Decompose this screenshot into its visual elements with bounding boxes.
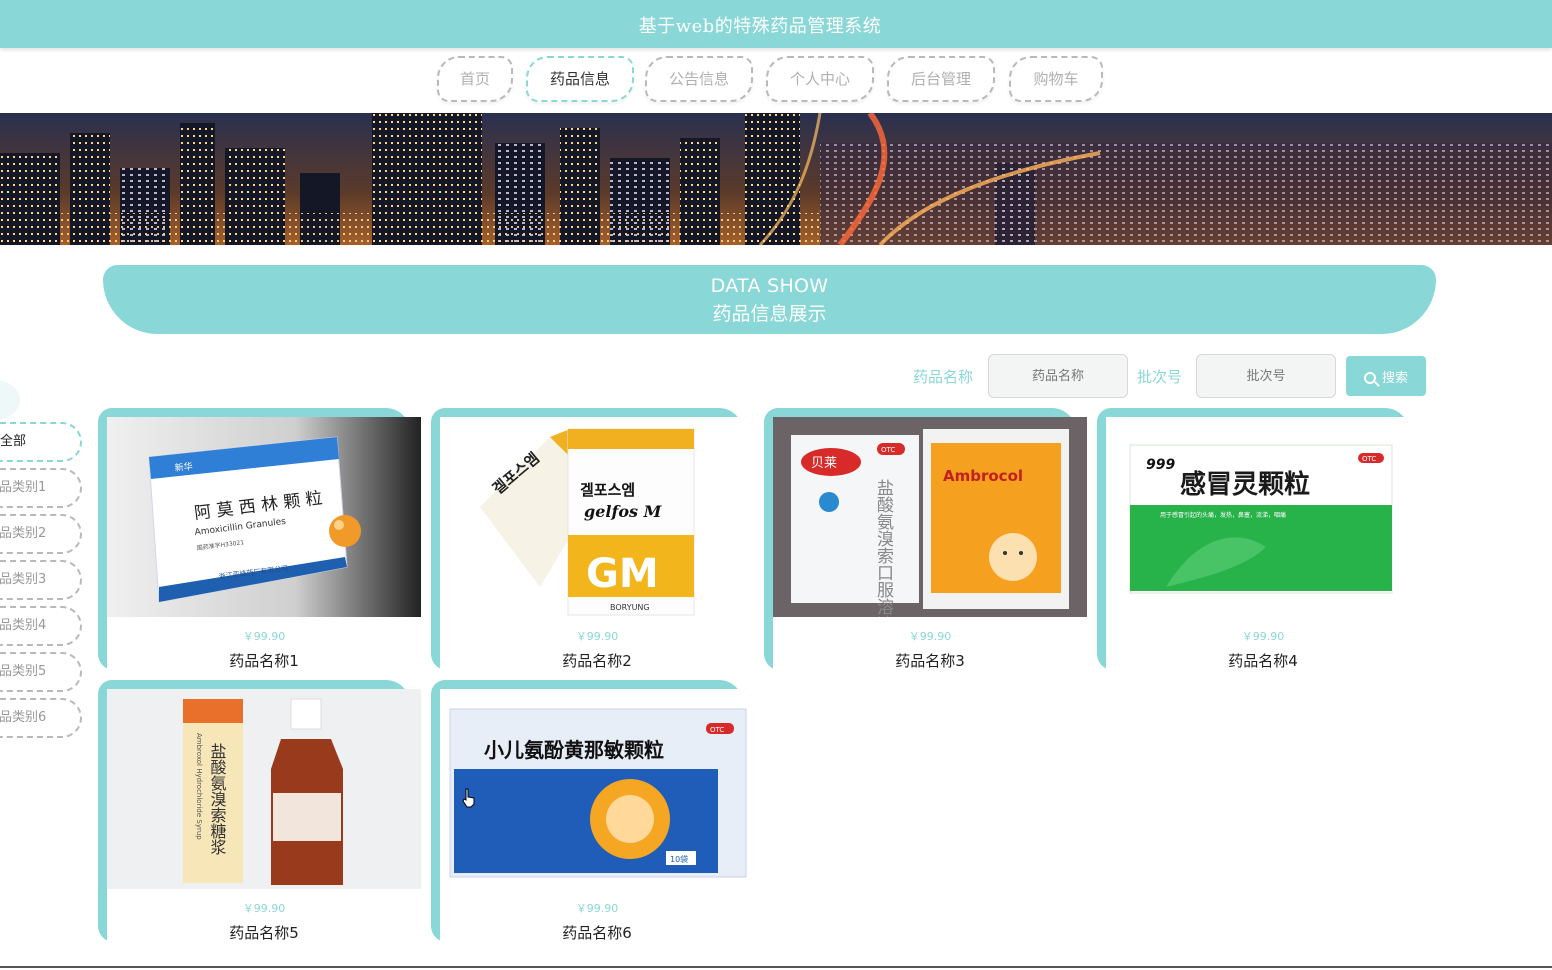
nav-personal-center[interactable]: 个人中心	[766, 56, 874, 102]
category-1[interactable]: 药品类别1	[0, 468, 82, 508]
section-title-en: DATA SHOW	[710, 275, 829, 297]
category-3[interactable]: 药品类别3	[0, 560, 82, 600]
product-price-1: ￥99.90	[242, 630, 286, 643]
category-2[interactable]: 药品类别2	[0, 514, 82, 554]
product-price-6: ￥99.90	[575, 902, 619, 915]
pack6-count: 10袋	[670, 854, 688, 864]
product-name-6[interactable]: 药品名称6	[440, 922, 754, 943]
pack6-title: 小儿氨酚黄那敏颗粒	[484, 738, 664, 762]
product-name-4[interactable]: 药品名称4	[1106, 650, 1420, 671]
pack3-otc: OTC	[881, 446, 895, 454]
pack5-vertical: 盐酸氨溴索糖浆	[208, 743, 227, 855]
pack4-title: 感冒灵颗粒	[1180, 469, 1310, 500]
pack3-vertical: 盐酸氨溴索口服溶液	[873, 479, 894, 617]
product-name-1[interactable]: 药品名称1	[107, 650, 421, 671]
pack4-num: 999	[1146, 457, 1175, 473]
nav-announcements[interactable]: 公告信息	[645, 56, 753, 102]
nav-home[interactable]: 首页	[437, 56, 513, 102]
category-decoration	[0, 380, 20, 420]
product-card-2[interactable]: 겔포스엠 겔포스엠 gelfos M GM BORYUNG ￥99.90 药品名…	[431, 408, 754, 670]
pack2-maker: BORYUNG	[610, 603, 650, 612]
nav-admin[interactable]: 后台管理	[887, 56, 995, 102]
search-button[interactable]: 搜索	[1346, 356, 1426, 396]
product-image-4[interactable]: 999 感冒灵颗粒 OTC 用于感冒引起的头痛，发热，鼻塞，流涕，咽痛	[1106, 417, 1420, 617]
page-bottom-border	[0, 966, 1552, 968]
batch-number-input[interactable]	[1196, 354, 1336, 398]
search-icon	[1363, 371, 1376, 384]
pack2-kr: 겔포스엠	[580, 481, 635, 499]
product-card-1[interactable]: 新华 阿 莫 西 林 颗 粒 Amoxicillin Granules 国药准字…	[98, 408, 421, 670]
data-show-heading: DATA SHOW 药品信息展示	[103, 265, 1436, 334]
product-card-6[interactable]: 小儿氨酚黄那敏颗粒 OTC 10袋 ￥99.90 药品名称6	[431, 680, 754, 942]
product-image-3[interactable]: 贝莱 OTC 盐酸氨溴索口服溶液 Ambrocol	[773, 417, 1087, 617]
pack5-en: Ambroxol Hydrochloride Syrup	[195, 733, 203, 840]
product-name-5[interactable]: 药品名称5	[107, 922, 421, 943]
category-all[interactable]: 全部	[0, 422, 82, 462]
drug-name-input[interactable]	[988, 354, 1128, 398]
pack4-desc: 用于感冒引起的头痛，发热，鼻塞，流涕，咽痛	[1160, 511, 1286, 519]
section-title-cn: 药品信息展示	[712, 303, 827, 325]
product-card-4[interactable]: 999 感冒灵颗粒 OTC 用于感冒引起的头痛，发热，鼻塞，流涕，咽痛 ￥99.…	[1097, 408, 1420, 670]
hand-pointer-icon	[462, 788, 475, 808]
category-list: 全部 药品类别1 药品类别2 药品类别3 药品类别4 药品类别5 药品类别6	[0, 422, 84, 744]
app-title: 基于web的特殊药品管理系统	[638, 16, 882, 37]
product-price-3: ￥99.90	[908, 630, 952, 643]
product-price-4: ￥99.90	[1241, 630, 1285, 643]
pack3-cn: 贝莱	[811, 456, 837, 471]
batch-number-label: 批次号	[1137, 368, 1183, 386]
category-4[interactable]: 药品类别4	[0, 606, 82, 646]
city-skyline-image	[0, 113, 1552, 245]
product-price-5: ￥99.90	[242, 902, 286, 915]
product-name-3[interactable]: 药品名称3	[773, 650, 1087, 671]
pack3-brand: Ambrocol	[943, 467, 1023, 485]
app-header: 基于web的特殊药品管理系统	[0, 0, 1552, 48]
product-image-2[interactable]: 겔포스엠 겔포스엠 gelfos M GM BORYUNG	[440, 417, 754, 617]
category-5[interactable]: 药品类别5	[0, 652, 82, 692]
pack4-otc: OTC	[1362, 455, 1376, 463]
pack6-otc: OTC	[710, 726, 724, 734]
product-card-3[interactable]: 贝莱 OTC 盐酸氨溴索口服溶液 Ambrocol ￥99.90 药品名称3	[764, 408, 1087, 670]
product-image-1[interactable]: 新华 阿 莫 西 林 颗 粒 Amoxicillin Granules 国药准字…	[107, 417, 421, 617]
product-name-2[interactable]: 药品名称2	[440, 650, 754, 671]
search-button-label: 搜索	[1381, 369, 1408, 385]
nav-cart[interactable]: 购物车	[1009, 56, 1103, 102]
drug-name-label: 药品名称	[913, 368, 974, 386]
product-image-6[interactable]: 小儿氨酚黄那敏颗粒 OTC 10袋	[440, 689, 754, 889]
main-nav: 首页 药品信息 公告信息 个人中心 后台管理 购物车	[0, 56, 1552, 104]
category-6[interactable]: 药品类别6	[0, 698, 82, 738]
city-night-banner	[0, 113, 1552, 245]
product-card-5[interactable]: 盐酸氨溴索糖浆 Ambroxol Hydrochloride Syrup ￥99…	[98, 680, 421, 942]
pack2-logo: GM	[586, 551, 659, 597]
nav-drug-info[interactable]: 药品信息	[526, 56, 634, 102]
search-bar: 药品名称 批次号 搜索	[900, 354, 1440, 398]
product-price-2: ￥99.90	[575, 630, 619, 643]
product-image-5[interactable]: 盐酸氨溴索糖浆 Ambroxol Hydrochloride Syrup	[107, 689, 421, 889]
pack2-brand: gelfos M	[584, 502, 663, 521]
